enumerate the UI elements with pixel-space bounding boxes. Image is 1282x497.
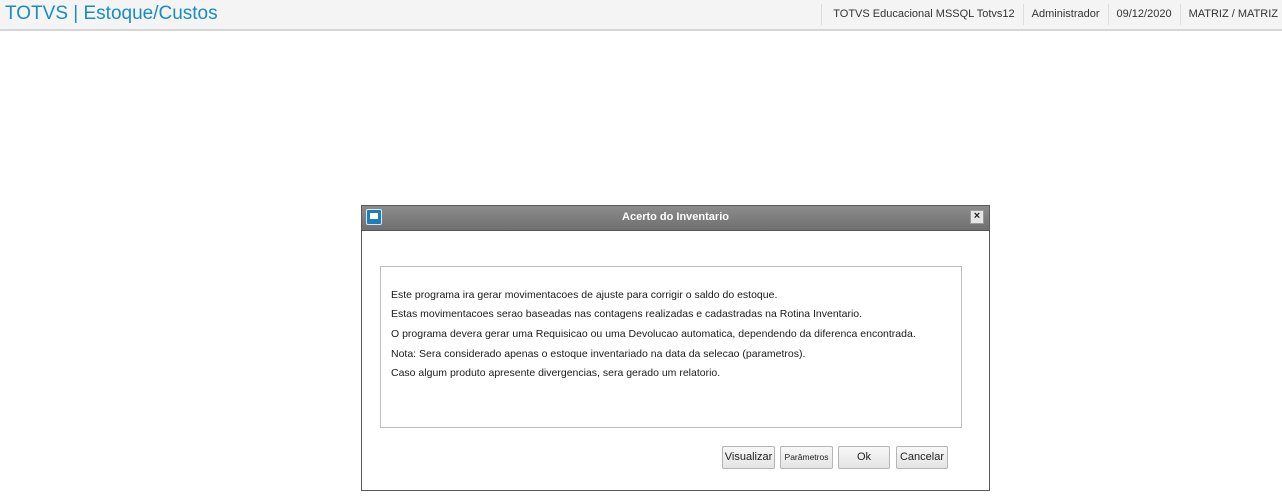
dialog-message-panel: Este programa ira gerar movimentacoes de… xyxy=(380,266,962,428)
message-line: O programa devera gerar uma Requisicao o… xyxy=(391,328,916,340)
close-icon[interactable]: × xyxy=(970,210,984,224)
visualizar-button[interactable]: Visualizar xyxy=(722,446,775,469)
top-header-bar: TOTVS | Estoque/Custos TOTVS Educacional… xyxy=(0,0,1282,31)
dialog-title: Acerto do Inventario xyxy=(622,211,729,223)
message-line: Nota: Sera considerado apenas o estoque … xyxy=(391,348,806,360)
session-info: TOTVS Educacional MSSQL Totvs12 Administ… xyxy=(821,0,1282,29)
cancel-button[interactable]: Cancelar xyxy=(896,446,948,469)
message-line: Este programa ira gerar movimentacoes de… xyxy=(391,289,778,301)
branch-label[interactable]: MATRIZ / MATRIZ xyxy=(1179,4,1282,25)
acerto-inventario-dialog: Acerto do Inventario × Este programa ira… xyxy=(361,205,990,491)
parametros-button[interactable]: Parâmetros xyxy=(780,446,833,469)
message-line: Estas movimentacoes serao baseadas nas c… xyxy=(391,308,863,320)
app-title: TOTVS | Estoque/Custos xyxy=(5,3,218,24)
user-label[interactable]: Administrador xyxy=(1022,4,1108,25)
date-label[interactable]: 09/12/2020 xyxy=(1107,4,1180,25)
environment-label[interactable]: TOTVS Educacional MSSQL Totvs12 xyxy=(821,4,1022,25)
ok-button[interactable]: Ok xyxy=(838,446,890,469)
dialog-titlebar[interactable]: Acerto do Inventario × xyxy=(362,206,989,231)
message-line: Caso algum produto apresente divergencia… xyxy=(391,367,721,379)
